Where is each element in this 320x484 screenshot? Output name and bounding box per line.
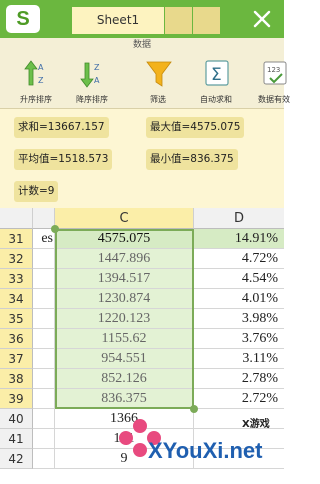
sort-descending-icon: Z A bbox=[80, 62, 100, 88]
cell-b[interactable] bbox=[33, 269, 55, 289]
cell-c[interactable]: 1220.123 bbox=[55, 309, 194, 329]
cell-c[interactable]: 4575.075 bbox=[55, 229, 194, 249]
cell-b[interactable] bbox=[33, 389, 55, 409]
ribbon-data: 数据 A Z 升序排序 Z A 降序排序 筛选 Σ 自动求和 123 数据有效 bbox=[0, 38, 290, 109]
cell-c[interactable]: 1230.874 bbox=[55, 289, 194, 309]
stat-sum: 求和=13667.157 bbox=[14, 117, 109, 138]
svg-text:Σ: Σ bbox=[211, 65, 222, 85]
svg-text:Z: Z bbox=[38, 76, 44, 85]
column-header-c[interactable]: C bbox=[55, 208, 194, 229]
cell-d[interactable]: 4.01% bbox=[194, 289, 284, 309]
row-header[interactable]: 37 bbox=[0, 349, 33, 369]
row-header[interactable]: 31 bbox=[0, 229, 33, 249]
ribbon-title: 数据 bbox=[132, 40, 151, 50]
auto-sum-label: 自动求和 bbox=[200, 95, 232, 104]
stat-max: 最大值=4575.075 bbox=[146, 117, 245, 138]
watermark-tag: X游戏 bbox=[242, 417, 270, 430]
stat-average: 平均值=1518.573 bbox=[14, 149, 113, 170]
cell-b[interactable] bbox=[33, 289, 55, 309]
row-header[interactable]: 40 bbox=[0, 409, 33, 429]
selection-stats-panel: 求和=13667.157 最大值=4575.075 平均值=1518.573 最… bbox=[0, 109, 284, 208]
tab-blank-2[interactable] bbox=[193, 7, 220, 34]
data-validation-label: 数据有效 bbox=[258, 95, 290, 104]
cell-d[interactable]: 14.91% bbox=[194, 229, 284, 249]
cell-c[interactable]: 1394.517 bbox=[55, 269, 194, 289]
tab-blank-1[interactable] bbox=[165, 7, 192, 34]
cell-d[interactable]: 2.78% bbox=[194, 369, 284, 389]
cell-b[interactable] bbox=[33, 329, 55, 349]
row-header[interactable]: 39 bbox=[0, 389, 33, 409]
data-validation-icon: 123 bbox=[263, 61, 287, 85]
sum-icon: Σ bbox=[205, 60, 229, 86]
cell-d[interactable]: 4.72% bbox=[194, 249, 284, 269]
cell-b[interactable] bbox=[33, 349, 55, 369]
cell-c[interactable]: 852.126 bbox=[55, 369, 194, 389]
row-header[interactable]: 34 bbox=[0, 289, 33, 309]
cell-c[interactable]: 1155.62 bbox=[55, 329, 194, 349]
watermark-brand: XYouXi.net bbox=[148, 438, 263, 463]
svg-text:Z: Z bbox=[94, 63, 100, 72]
svg-text:123: 123 bbox=[267, 66, 280, 74]
app-logo[interactable]: S bbox=[6, 5, 40, 33]
corner-cell[interactable] bbox=[0, 208, 33, 229]
data-validation-button[interactable]: 123 数据有效 bbox=[248, 56, 300, 106]
sort-ascending-button[interactable]: A Z 升序排序 bbox=[10, 56, 62, 106]
row-header[interactable]: 32 bbox=[0, 249, 33, 269]
sort-descending-button[interactable]: Z A 降序排序 bbox=[66, 56, 118, 106]
row-header[interactable]: 38 bbox=[0, 369, 33, 389]
sort-ascending-icon: A Z bbox=[24, 60, 44, 86]
selection-handle-top[interactable] bbox=[51, 225, 59, 233]
row-header[interactable]: 35 bbox=[0, 309, 33, 329]
watermark-logo: X游戏 XYouXi.net bbox=[119, 417, 270, 463]
svg-text:A: A bbox=[94, 76, 100, 85]
row-header[interactable]: 36 bbox=[0, 329, 33, 349]
row-header[interactable]: 42 bbox=[0, 449, 33, 469]
filter-icon bbox=[146, 61, 172, 87]
title-bar: S Sheet1 bbox=[0, 0, 284, 38]
cell-b[interactable] bbox=[33, 409, 55, 429]
close-icon[interactable] bbox=[248, 5, 276, 33]
auto-sum-button[interactable]: Σ 自动求和 bbox=[190, 56, 242, 106]
sort-descending-label: 降序排序 bbox=[76, 95, 108, 104]
stat-count: 计数=9 bbox=[14, 181, 59, 202]
stat-min: 最小值=836.375 bbox=[146, 149, 238, 170]
row-header[interactable]: 41 bbox=[0, 429, 33, 449]
cell-d[interactable]: 3.11% bbox=[194, 349, 284, 369]
filter-label: 筛选 bbox=[150, 95, 166, 104]
tab-sheet1[interactable]: Sheet1 bbox=[72, 7, 164, 34]
filter-button[interactable]: 筛选 bbox=[132, 56, 184, 106]
sort-ascending-label: 升序排序 bbox=[20, 95, 52, 104]
cell-d[interactable]: 4.54% bbox=[194, 269, 284, 289]
cell-b[interactable] bbox=[33, 449, 55, 469]
cell-d[interactable]: 3.98% bbox=[194, 309, 284, 329]
cell-b[interactable] bbox=[33, 249, 55, 269]
cell-b[interactable] bbox=[33, 309, 55, 329]
cell-b[interactable] bbox=[33, 429, 55, 449]
cell-d[interactable]: 3.76% bbox=[194, 329, 284, 349]
cell-b[interactable] bbox=[33, 369, 55, 389]
svg-text:A: A bbox=[38, 63, 44, 72]
cell-c[interactable]: 1447.896 bbox=[55, 249, 194, 269]
row-header[interactable]: 33 bbox=[0, 269, 33, 289]
cell-c[interactable]: 954.551 bbox=[55, 349, 194, 369]
column-header-d[interactable]: D bbox=[194, 208, 284, 229]
